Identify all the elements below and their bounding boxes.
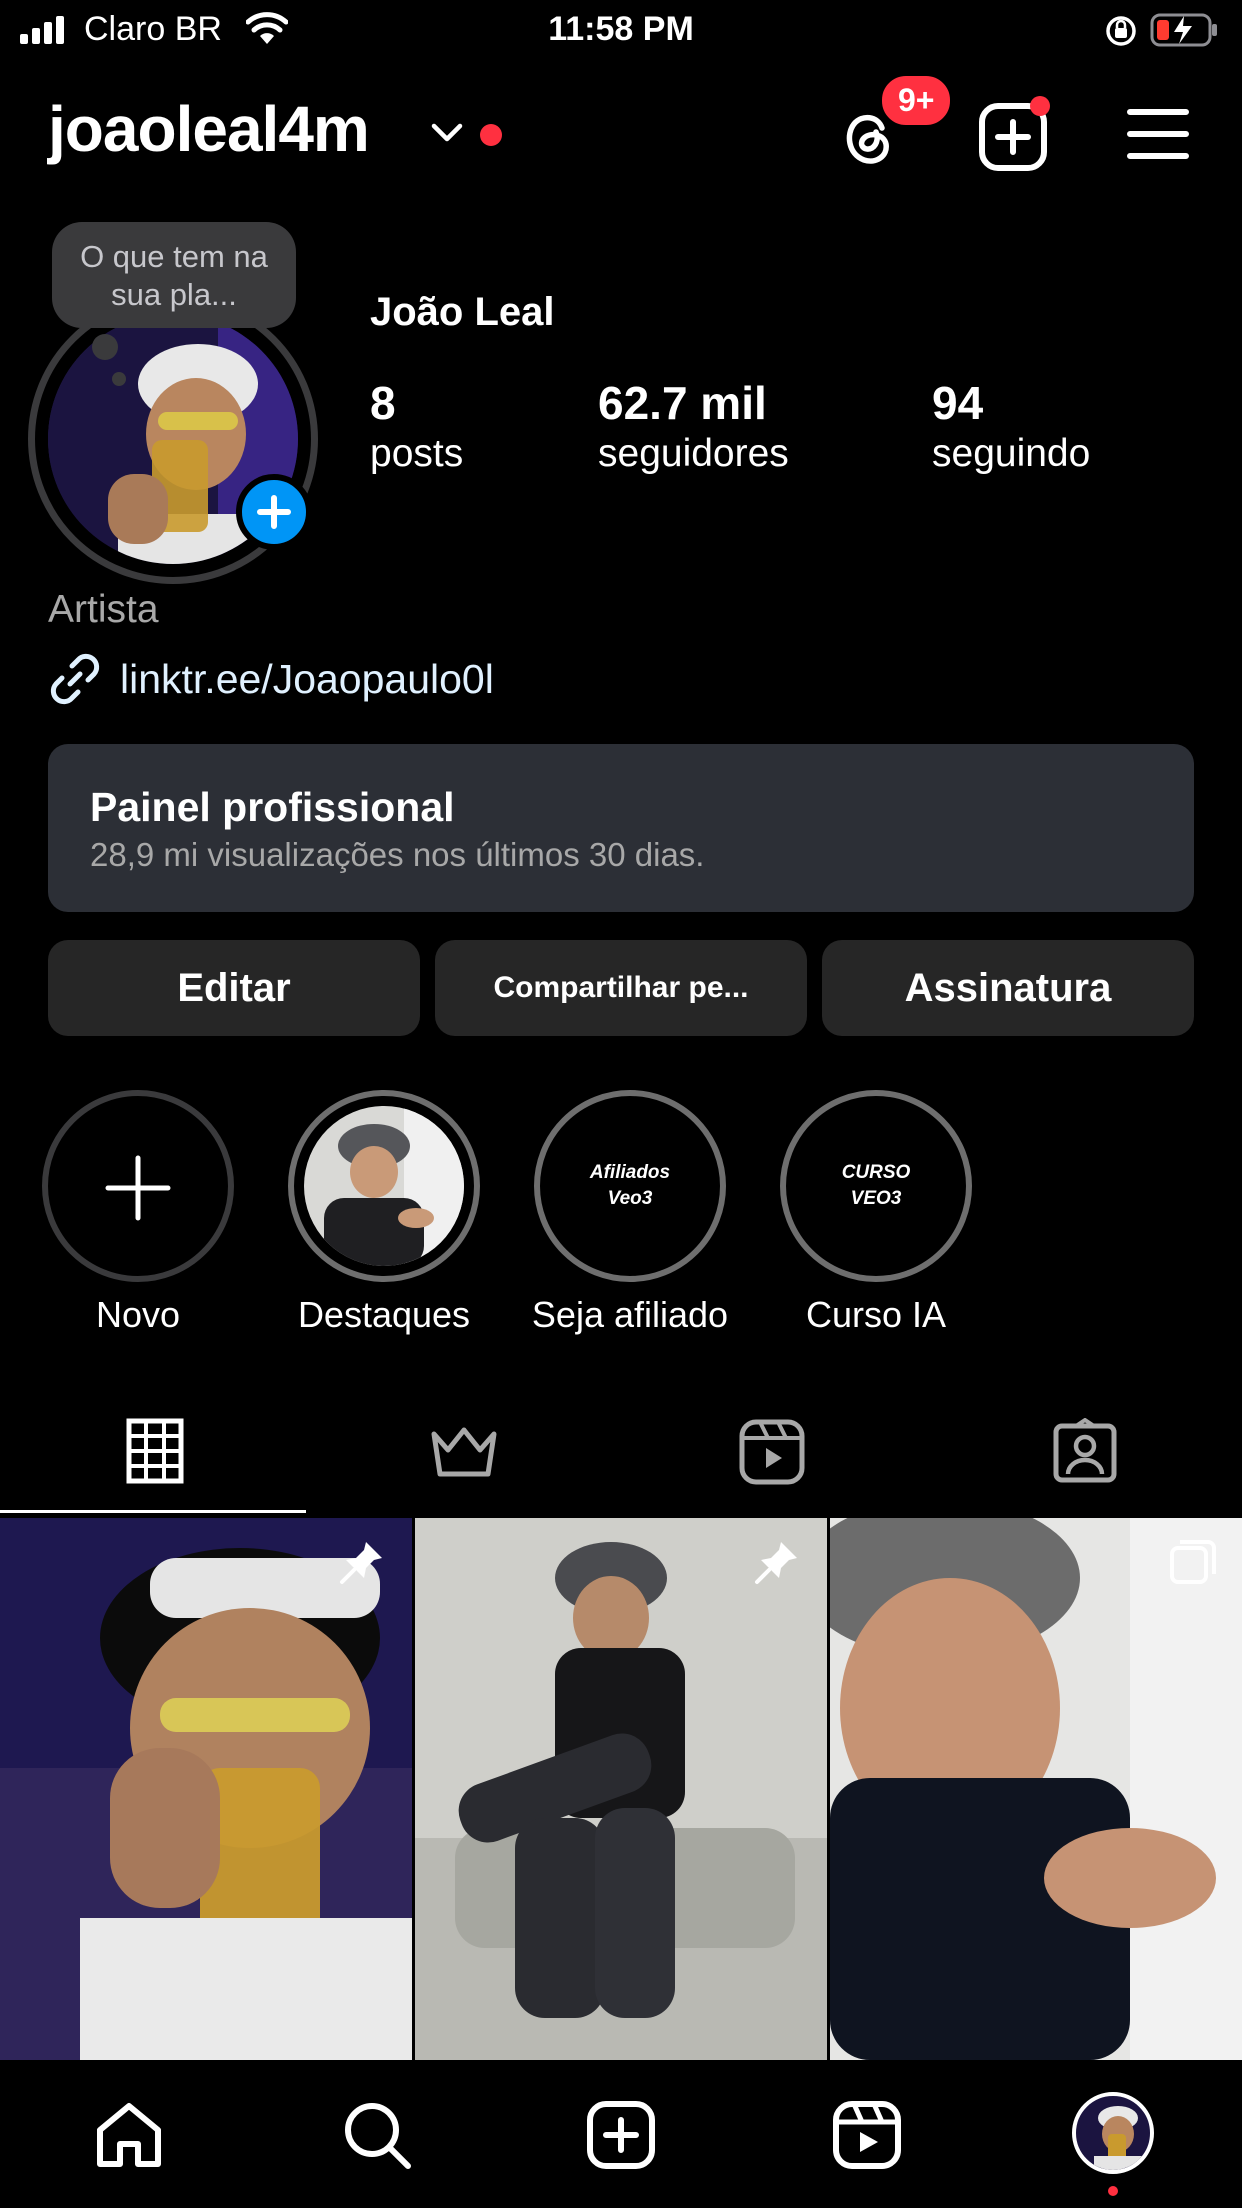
status-bar: Claro BR 11:58 PM	[0, 0, 1242, 64]
dashboard-subtitle: 28,9 mi visualizações nos últimos 30 dia…	[90, 836, 705, 873]
notification-dot	[480, 124, 502, 146]
battery-icon	[1150, 13, 1217, 47]
highlight-afiliado-label: Seja afiliado	[531, 1294, 729, 1335]
post-thumbnail[interactable]	[830, 1518, 1242, 2060]
orientation-lock-icon	[1106, 16, 1136, 46]
subscription-button[interactable]: Assinatura	[822, 940, 1194, 1036]
stat-followers-label[interactable]: seguidores	[598, 432, 789, 476]
pin-icon	[755, 1542, 797, 1584]
highlight-afiliado-cover: Afiliados Veo3	[550, 1106, 710, 1266]
post-photo	[0, 1518, 412, 2060]
post-thumbnail[interactable]	[0, 1518, 412, 2060]
highlight-photo	[304, 1106, 464, 1266]
edit-profile-button[interactable]: Editar	[48, 940, 420, 1036]
profile-note-bubble[interactable]: O que tem na sua pla...	[52, 222, 296, 328]
highlight-afiliado-cover-text: Afiliados Veo3	[589, 1162, 671, 1209]
clock: 11:58 PM	[548, 10, 694, 48]
stat-following-label[interactable]: seguindo	[932, 432, 1090, 476]
share-profile-button[interactable]: Compartilhar pe...	[435, 940, 807, 1036]
highlight-new-label: Novo	[95, 1294, 181, 1335]
link-icon	[50, 653, 100, 705]
plus-icon	[257, 495, 291, 529]
threads-badge: 9+	[878, 72, 955, 129]
profile-nav-avatar[interactable]	[1072, 2092, 1154, 2174]
note-bubble-tail	[92, 334, 118, 360]
stat-followers-value[interactable]: 62.7 mil	[598, 376, 767, 430]
highlight-curso-cover-text: CURSO VEO3	[841, 1162, 911, 1209]
note-bubble-tail-small	[112, 372, 126, 386]
profile-nav-dot	[1108, 2186, 1118, 2196]
search-icon[interactable]	[342, 2100, 412, 2170]
dashboard-title: Painel profissional	[90, 784, 455, 830]
stat-following-value[interactable]: 94	[932, 376, 983, 430]
post-thumbnail[interactable]	[415, 1518, 827, 2060]
profile-note-text: O que tem na sua pla...	[80, 239, 268, 312]
add-story-button[interactable]	[236, 474, 312, 550]
create-post-dot	[1030, 96, 1050, 116]
active-tab-indicator	[0, 1510, 306, 1513]
menu-icon[interactable]	[1126, 106, 1190, 162]
pin-icon	[340, 1542, 382, 1584]
profile-username[interactable]: joaoleal4m	[48, 92, 370, 166]
grid-icon[interactable]	[126, 1418, 184, 1484]
highlight-curso-label: Curso IA	[805, 1294, 947, 1335]
highlight-destaques-cover	[304, 1106, 464, 1266]
stat-posts-value[interactable]: 8	[370, 376, 396, 430]
profile-link[interactable]: linktr.ee/Joaopaulo0l	[120, 656, 494, 703]
plus-icon	[105, 1155, 171, 1221]
highlight-curso-cover: CURSO VEO3	[796, 1106, 956, 1266]
avatar-photo	[1094, 2106, 1150, 2170]
home-icon[interactable]	[94, 2100, 164, 2168]
carousel-icon	[1170, 1540, 1216, 1584]
post-photo	[415, 1518, 827, 2060]
reels-icon[interactable]	[738, 1418, 806, 1486]
post-photo	[830, 1518, 1242, 2060]
profile-full-name: João Leal	[370, 290, 555, 334]
reels-nav-icon[interactable]	[832, 2100, 902, 2170]
create-icon[interactable]	[586, 2100, 656, 2170]
tagged-icon[interactable]	[1052, 1418, 1118, 1484]
crown-icon[interactable]	[428, 1424, 500, 1480]
stat-posts-label[interactable]: posts	[370, 432, 463, 476]
highlight-destaques-label: Destaques	[297, 1294, 471, 1335]
profile-category: Artista	[48, 588, 159, 631]
chevron-down-icon[interactable]	[430, 122, 464, 144]
bottom-nav	[0, 2060, 1242, 2208]
